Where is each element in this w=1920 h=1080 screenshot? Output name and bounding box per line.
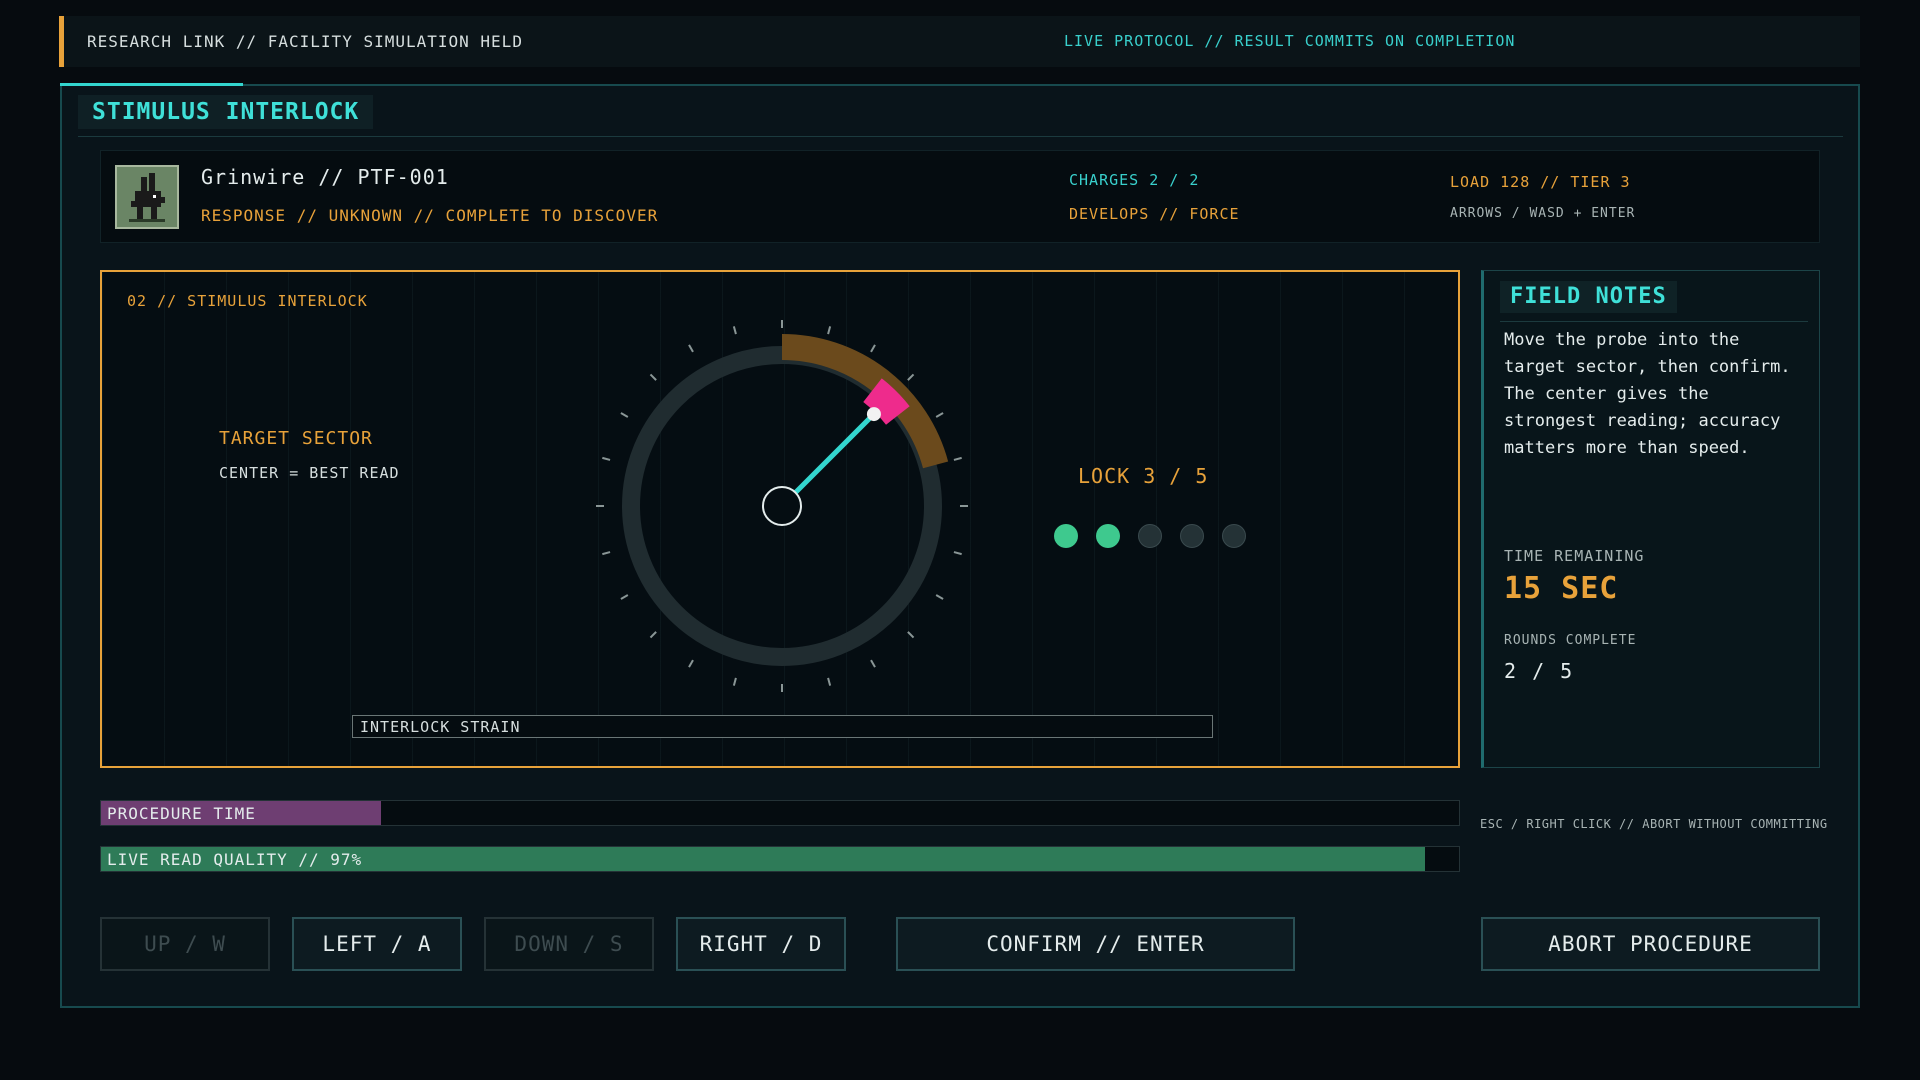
dial-tick (870, 344, 876, 353)
time-remaining-value: 15 SEC (1504, 571, 1619, 606)
procedure-time-label: PROCEDURE TIME (107, 804, 256, 823)
panel-title: STIMULUS INTERLOCK (78, 95, 374, 129)
creature-response: RESPONSE // UNKNOWN // COMPLETE TO DISCO… (201, 206, 659, 225)
lock-counter: LOCK 3 / 5 (1078, 464, 1209, 488)
time-remaining-label: TIME REMAINING (1504, 547, 1645, 565)
dial-tick (827, 677, 832, 686)
lock-pips (1054, 524, 1246, 548)
dial-tick (870, 659, 876, 668)
dial-tick (649, 373, 657, 381)
creature-sprite-icon (129, 173, 165, 222)
read-quality-bar: LIVE READ QUALITY // 97% (100, 846, 1460, 872)
dial-tick (688, 344, 694, 353)
dial-tick (602, 551, 611, 556)
dial-tick (688, 659, 694, 668)
dial-tick (649, 631, 657, 639)
dial-tick (732, 326, 737, 335)
dial-tick (620, 594, 629, 600)
protocol-status: LIVE PROTOCOL // RESULT COMMITS ON COMPL… (1064, 32, 1516, 50)
dial-tick (907, 373, 915, 381)
strain-label: INTERLOCK STRAIN (360, 718, 521, 736)
field-notes-panel: FIELD NOTES Move the probe into the targ… (1481, 270, 1820, 768)
read-quality-label: LIVE READ QUALITY // 97% (107, 850, 363, 869)
rounds-complete-label: ROUNDS COMPLETE (1504, 633, 1637, 648)
rounds-complete-value: 2 / 5 (1504, 659, 1575, 683)
up-button[interactable]: UP / W (100, 917, 270, 971)
dial-tick (907, 631, 915, 639)
interlock-dial[interactable] (102, 272, 1458, 766)
procedure-time-bar: PROCEDURE TIME (100, 800, 1460, 826)
confirm-button[interactable]: CONFIRM // ENTER (896, 917, 1295, 971)
dial-tick (935, 412, 944, 418)
probe-tip (866, 407, 881, 422)
dial-hub (762, 486, 802, 526)
interlock-arena: 02 // STIMULUS INTERLOCK TARGET SECTOR C… (100, 270, 1460, 768)
creature-name: Grinwire // PTF-001 (201, 165, 449, 189)
panel-accent (60, 83, 243, 86)
creature-portrait (115, 165, 179, 229)
develops-stat: DEVELOPS // FORCE (1069, 205, 1240, 223)
research-link-status: RESEARCH LINK // FACILITY SIMULATION HEL… (87, 32, 523, 51)
charges-counter: CHARGES 2 / 2 (1069, 171, 1200, 189)
top-status-bar: RESEARCH LINK // FACILITY SIMULATION HEL… (59, 16, 1860, 67)
field-notes-title: FIELD NOTES (1500, 281, 1677, 313)
right-button[interactable]: RIGHT / D (676, 917, 846, 971)
dial-tick (732, 677, 737, 686)
load-tier: LOAD 128 // TIER 3 (1450, 173, 1631, 191)
lock-pip (1180, 524, 1204, 548)
dial-tick (827, 326, 832, 335)
title-divider (78, 136, 1843, 137)
field-notes-text: Move the probe into the target sector, t… (1504, 330, 1791, 458)
lock-pip (1222, 524, 1246, 548)
creature-info-strip: Grinwire // PTF-001 RESPONSE // UNKNOWN … (100, 150, 1820, 243)
down-button[interactable]: DOWN / S (484, 917, 654, 971)
abort-hint: ESC / RIGHT CLICK // ABORT WITHOUT COMMI… (1480, 817, 1828, 831)
dial-tick (602, 456, 611, 461)
controls-hint: ARROWS / WASD + ENTER (1450, 206, 1636, 221)
lock-pip (1054, 524, 1078, 548)
notes-divider (1500, 321, 1808, 322)
dial-tick (953, 456, 962, 461)
lock-pip (1138, 524, 1162, 548)
abort-procedure-button[interactable]: ABORT PROCEDURE (1481, 917, 1820, 971)
dial-tick (620, 412, 629, 418)
dial-tick (953, 551, 962, 556)
left-button[interactable]: LEFT / A (292, 917, 462, 971)
interlock-strain-bar: INTERLOCK STRAIN (352, 715, 1213, 738)
lock-pip (1096, 524, 1120, 548)
dial-tick (935, 594, 944, 600)
